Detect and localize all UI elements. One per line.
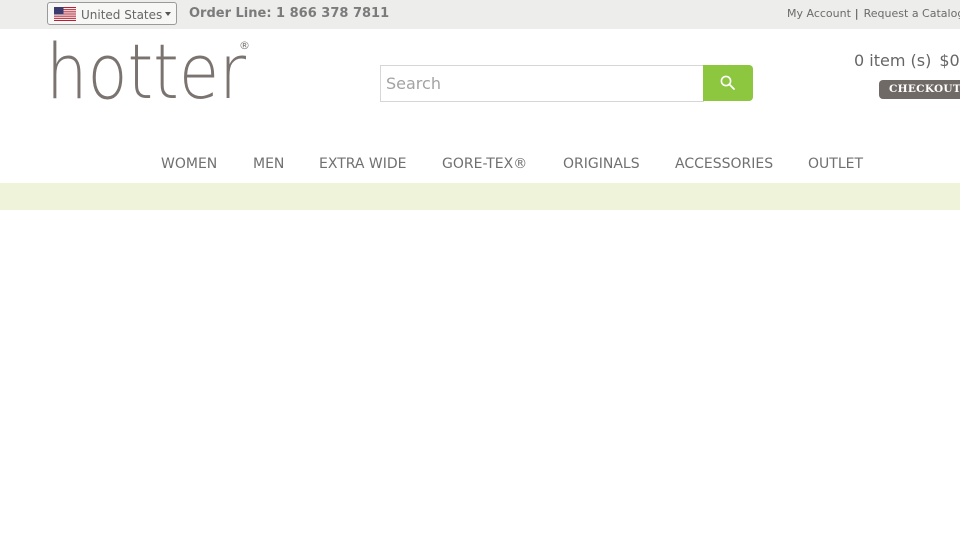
search-input[interactable] [381, 66, 703, 101]
checkout-button[interactable]: CHECKOUT [879, 80, 960, 99]
search-icon [720, 75, 735, 90]
main-nav: WOMEN MEN EXTRA WIDE GORE-TEX® ORIGINALS… [0, 152, 960, 182]
account-links: My Account | Request a Catalog [787, 7, 960, 20]
nav-item-extra-wide[interactable]: EXTRA WIDE [319, 156, 407, 172]
my-account-link[interactable]: My Account [787, 7, 851, 20]
nav-item-men[interactable]: MEN [253, 156, 284, 172]
request-catalog-link[interactable]: Request a Catalog [864, 7, 960, 20]
logo-registered-mark: ® [239, 39, 250, 52]
order-line: Order Line: 1 866 378 7811 [189, 6, 390, 21]
promo-band [0, 183, 960, 210]
nav-item-outlet[interactable]: OUTLET [808, 156, 863, 172]
search-box [380, 65, 704, 102]
nav-item-women[interactable]: WOMEN [161, 156, 217, 172]
cart-summary[interactable]: 0 item (s) $0.00 [854, 51, 960, 70]
top-bar: United States Order Line: 1 866 378 7811… [0, 0, 960, 29]
logo-wordmark: hotter [46, 36, 247, 104]
chevron-down-icon [165, 12, 171, 16]
link-separator: | [854, 7, 859, 20]
cart-item-count: 0 item (s) [854, 51, 932, 70]
nav-item-gore-tex[interactable]: GORE-TEX® [442, 156, 527, 172]
country-label: United States [81, 8, 163, 22]
cart-total: $0.00 [939, 51, 960, 70]
country-selector[interactable]: United States [47, 2, 177, 25]
us-flag-icon [54, 7, 76, 21]
nav-item-originals[interactable]: ORIGINALS [563, 156, 640, 172]
search-button[interactable] [703, 65, 753, 101]
hotter-logo[interactable]: hotter ® [44, 36, 254, 104]
nav-item-accessories[interactable]: ACCESSORIES [675, 156, 773, 172]
